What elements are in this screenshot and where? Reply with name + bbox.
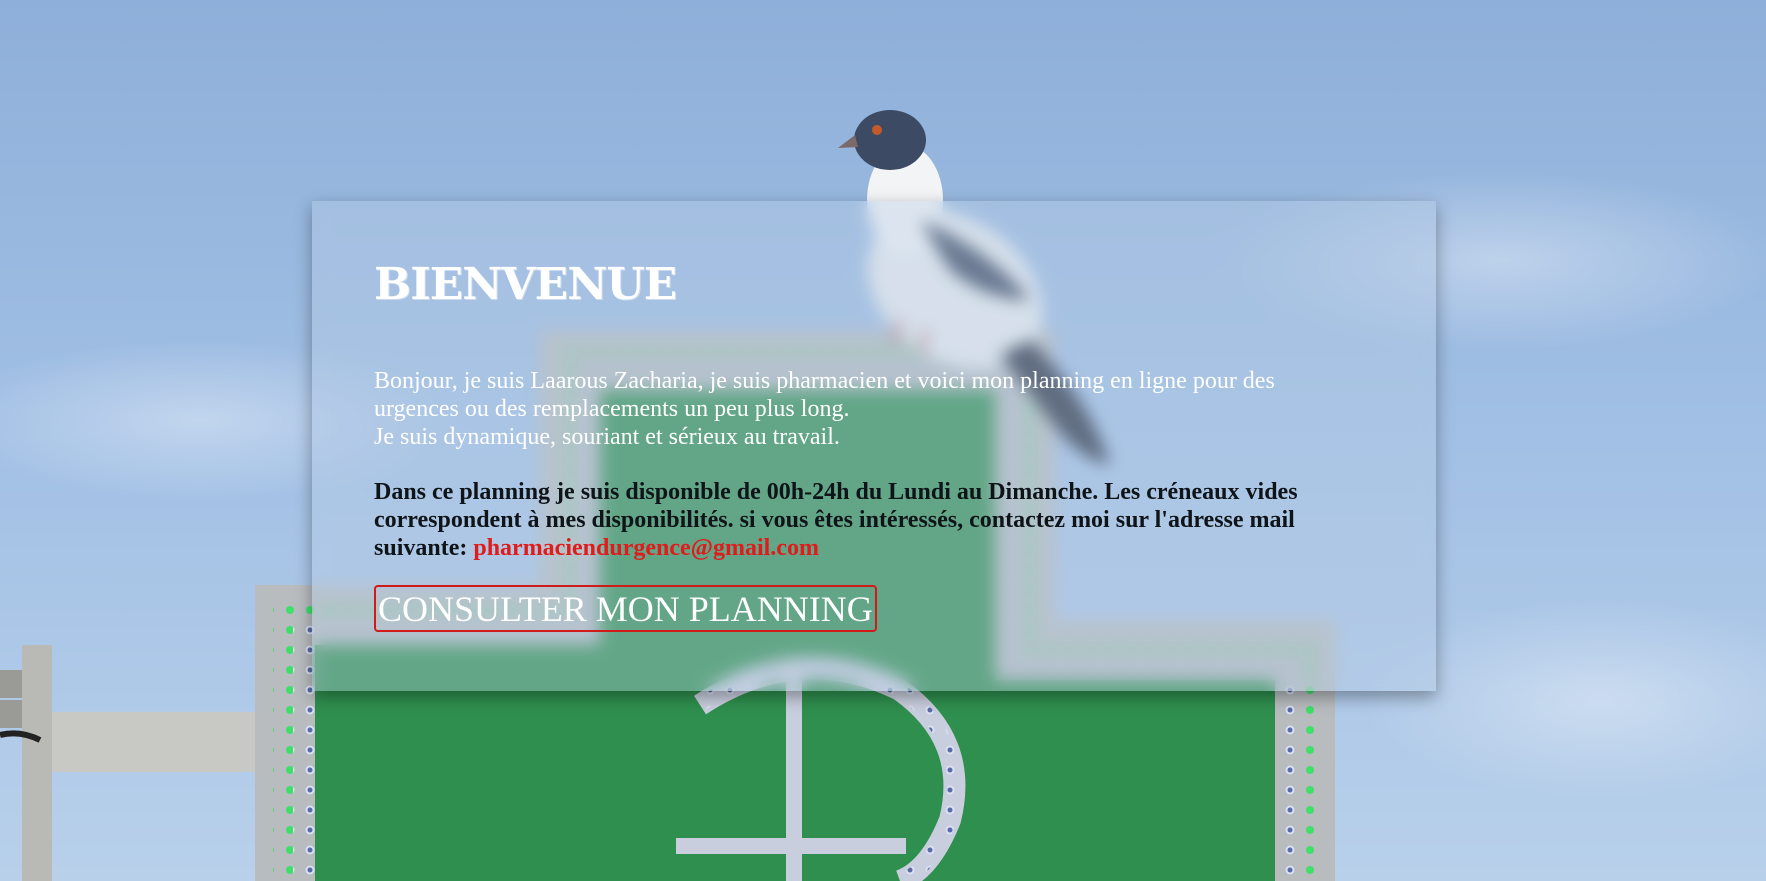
intro-text: Bonjour, je suis Laarous Zacharia, je su… <box>374 367 1364 451</box>
intro-line-2: Je suis dynamique, souriant et sérieux a… <box>374 424 840 450</box>
page-title: BIENVENUE <box>374 259 677 310</box>
welcome-panel: BIENVENUE Bonjour, je suis Laarous Zacha… <box>312 201 1436 691</box>
consult-planning-button[interactable]: CONSULTER MON PLANNING <box>374 585 877 632</box>
email-link[interactable]: pharmaciendurgence@gmail.com <box>473 535 819 561</box>
intro-line-1: Bonjour, je suis Laarous Zacharia, je su… <box>374 368 1275 422</box>
availability-text: Dans ce planning je suis disponible de 0… <box>374 478 1374 562</box>
